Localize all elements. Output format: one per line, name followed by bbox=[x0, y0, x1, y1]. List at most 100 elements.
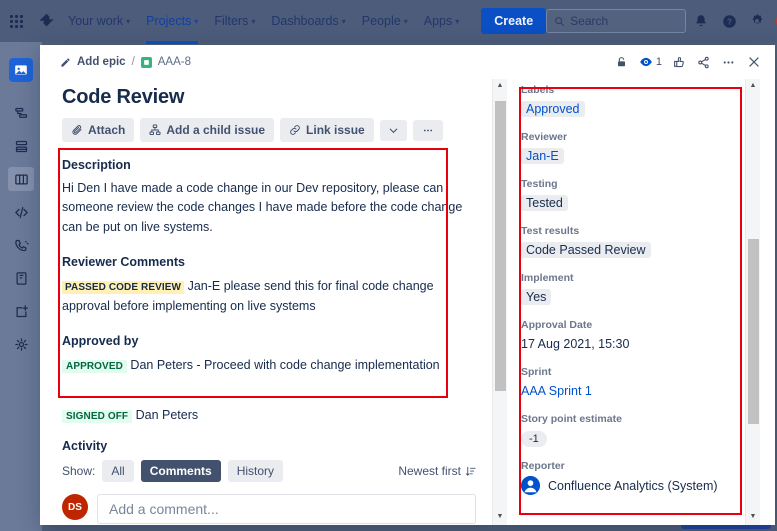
share-icon[interactable] bbox=[697, 56, 710, 69]
scroll-down-arrow[interactable]: ▼ bbox=[497, 510, 504, 523]
scrollbar-thumb[interactable] bbox=[748, 239, 759, 424]
lock-icon[interactable] bbox=[615, 56, 628, 69]
activity-filter-comments[interactable]: Comments bbox=[141, 460, 221, 482]
field-reporter: Reporter Confluence Analytics (System) bbox=[521, 460, 735, 495]
sidebar-item-code[interactable] bbox=[8, 200, 34, 224]
reporter-value[interactable]: Confluence Analytics (System) bbox=[521, 476, 735, 495]
sidebar-item-deployments[interactable] bbox=[8, 233, 34, 257]
thumbs-up-icon[interactable] bbox=[673, 56, 686, 69]
chevron-down-icon: ▾ bbox=[126, 17, 130, 26]
issue-more-actions-button[interactable] bbox=[413, 120, 443, 141]
help-icon[interactable]: ? bbox=[716, 8, 742, 34]
close-icon[interactable] bbox=[747, 55, 761, 69]
link-issue-button[interactable]: Link issue bbox=[280, 118, 374, 142]
nav-item-filters[interactable]: Filters ▾ bbox=[206, 9, 263, 33]
action-dropdown-button[interactable] bbox=[380, 120, 407, 141]
link-icon bbox=[289, 124, 301, 136]
issue-key[interactable]: AAA-8 bbox=[158, 56, 191, 68]
add-child-issue-button[interactable]: Add a child issue bbox=[140, 118, 274, 142]
attach-label: Attach bbox=[88, 123, 125, 137]
nav-item-dashboards[interactable]: Dashboards ▾ bbox=[263, 9, 353, 33]
field-testing: Testing Tested bbox=[521, 178, 735, 212]
field-label: Approval Date bbox=[521, 319, 735, 331]
breadcrumb: Add epic / AAA-8 bbox=[60, 56, 191, 68]
approved-by-body: Dan Peters - Proceed with code change im… bbox=[130, 358, 439, 372]
main-content-scrollbar[interactable]: ▲ ▼ bbox=[492, 79, 507, 525]
search-input[interactable]: Search bbox=[546, 9, 686, 33]
page-title: Code Review bbox=[62, 86, 476, 109]
sidebar-item-project-settings[interactable] bbox=[8, 332, 34, 356]
attach-button[interactable]: Attach bbox=[62, 118, 134, 142]
reviewer-comments-text[interactable]: PASSED CODE REVIEW Jan-E please send thi… bbox=[62, 276, 476, 316]
field-test-results: Test results Code Passed Review bbox=[521, 225, 735, 259]
approved-by-label: Approved by bbox=[62, 334, 476, 348]
eye-icon bbox=[639, 55, 653, 69]
sidebar-scrollbar[interactable]: ▲ ▼ bbox=[745, 79, 760, 525]
bell-icon[interactable] bbox=[688, 8, 714, 34]
signed-off-body: Dan Peters bbox=[136, 408, 199, 422]
person-avatar-icon bbox=[521, 476, 540, 495]
field-implement: Implement Yes bbox=[521, 272, 735, 306]
field-value-reviewer[interactable]: Jan-E bbox=[521, 148, 564, 164]
more-actions-icon[interactable] bbox=[721, 56, 736, 69]
scroll-up-arrow[interactable]: ▲ bbox=[497, 79, 504, 92]
scroll-up-arrow[interactable]: ▲ bbox=[750, 79, 757, 92]
field-value-approval-date[interactable]: 17 Aug 2021, 15:30 bbox=[521, 337, 629, 351]
field-value-story-points[interactable]: -1 bbox=[521, 431, 547, 447]
sidebar-item-roadmap[interactable] bbox=[8, 101, 34, 125]
nav-item-projects[interactable]: Projects ▾ bbox=[138, 9, 206, 33]
gear-icon[interactable] bbox=[744, 8, 770, 34]
project-sidebar-rail bbox=[0, 42, 42, 531]
create-button[interactable]: Create bbox=[481, 8, 546, 34]
project-avatar-icon[interactable] bbox=[9, 58, 33, 82]
field-approval-date: Approval Date 17 Aug 2021, 15:30 bbox=[521, 319, 735, 353]
nav-label: Filters bbox=[214, 14, 248, 28]
nav-label: Dashboards bbox=[271, 14, 338, 28]
activity-sort-button[interactable]: Newest first bbox=[398, 464, 476, 478]
comment-placeholder: Add a comment... bbox=[109, 501, 219, 517]
nav-item-apps[interactable]: Apps ▾ bbox=[416, 9, 468, 33]
field-label: Sprint bbox=[521, 366, 735, 378]
nav-item-your-work[interactable]: Your work ▾ bbox=[60, 9, 138, 33]
avatar[interactable]: DS bbox=[62, 494, 88, 520]
modal-header-actions: 1 bbox=[615, 55, 767, 69]
jira-logo-icon[interactable] bbox=[32, 13, 60, 30]
nav-label: Apps bbox=[424, 14, 453, 28]
scrollbar-thumb[interactable] bbox=[495, 101, 506, 391]
chevron-down-icon: ▾ bbox=[194, 17, 198, 26]
field-value-labels[interactable]: Approved bbox=[521, 101, 585, 117]
watch-button[interactable]: 1 bbox=[639, 55, 662, 69]
paperclip-icon bbox=[71, 124, 83, 136]
jira-issue-screen: Your work ▾ Projects ▾ Filters ▾ Dashboa… bbox=[0, 0, 777, 531]
add-epic-label[interactable]: Add epic bbox=[77, 56, 126, 68]
activity-filter-all[interactable]: All bbox=[102, 460, 133, 482]
field-value-testing[interactable]: Tested bbox=[521, 195, 568, 211]
field-label: Reviewer bbox=[521, 131, 735, 143]
modal-header: Add epic / AAA-8 1 bbox=[40, 45, 775, 79]
grid-icon[interactable] bbox=[0, 15, 32, 28]
nav-item-people[interactable]: People ▾ bbox=[354, 9, 416, 33]
comment-input[interactable]: Add a comment... bbox=[97, 494, 476, 524]
field-value-sprint[interactable]: AAA Sprint 1 bbox=[521, 384, 592, 398]
link-issue-label: Link issue bbox=[306, 123, 365, 137]
add-child-issue-label: Add a child issue bbox=[166, 123, 265, 137]
sidebar-item-project-pages[interactable] bbox=[8, 266, 34, 290]
field-value-test-results[interactable]: Code Passed Review bbox=[521, 242, 651, 258]
nav-label: Projects bbox=[146, 14, 191, 28]
field-value-implement[interactable]: Yes bbox=[521, 289, 551, 305]
nav-label: People bbox=[362, 14, 401, 28]
approved-by-text[interactable]: APPROVED Dan Peters - Proceed with code … bbox=[62, 355, 476, 375]
scroll-down-arrow[interactable]: ▼ bbox=[750, 510, 757, 523]
sidebar-item-add[interactable] bbox=[8, 299, 34, 323]
signed-off-text[interactable]: SIGNED OFF Dan Peters bbox=[62, 405, 476, 425]
description-text[interactable]: Hi Den I have made a code change in our … bbox=[62, 179, 476, 237]
issue-main-column: Code Review Attach Add a child issue Lin… bbox=[40, 79, 492, 525]
modal-body: Code Review Attach Add a child issue Lin… bbox=[40, 79, 775, 525]
chevron-down-icon: ▾ bbox=[251, 17, 255, 26]
activity-sort-label: Newest first bbox=[398, 464, 461, 478]
activity-filter-row: Show: All Comments History Newest first bbox=[62, 460, 476, 482]
sidebar-item-board[interactable] bbox=[8, 167, 34, 191]
sidebar-item-backlog[interactable] bbox=[8, 134, 34, 158]
field-sprint: Sprint AAA Sprint 1 bbox=[521, 366, 735, 400]
activity-filter-history[interactable]: History bbox=[228, 460, 283, 482]
